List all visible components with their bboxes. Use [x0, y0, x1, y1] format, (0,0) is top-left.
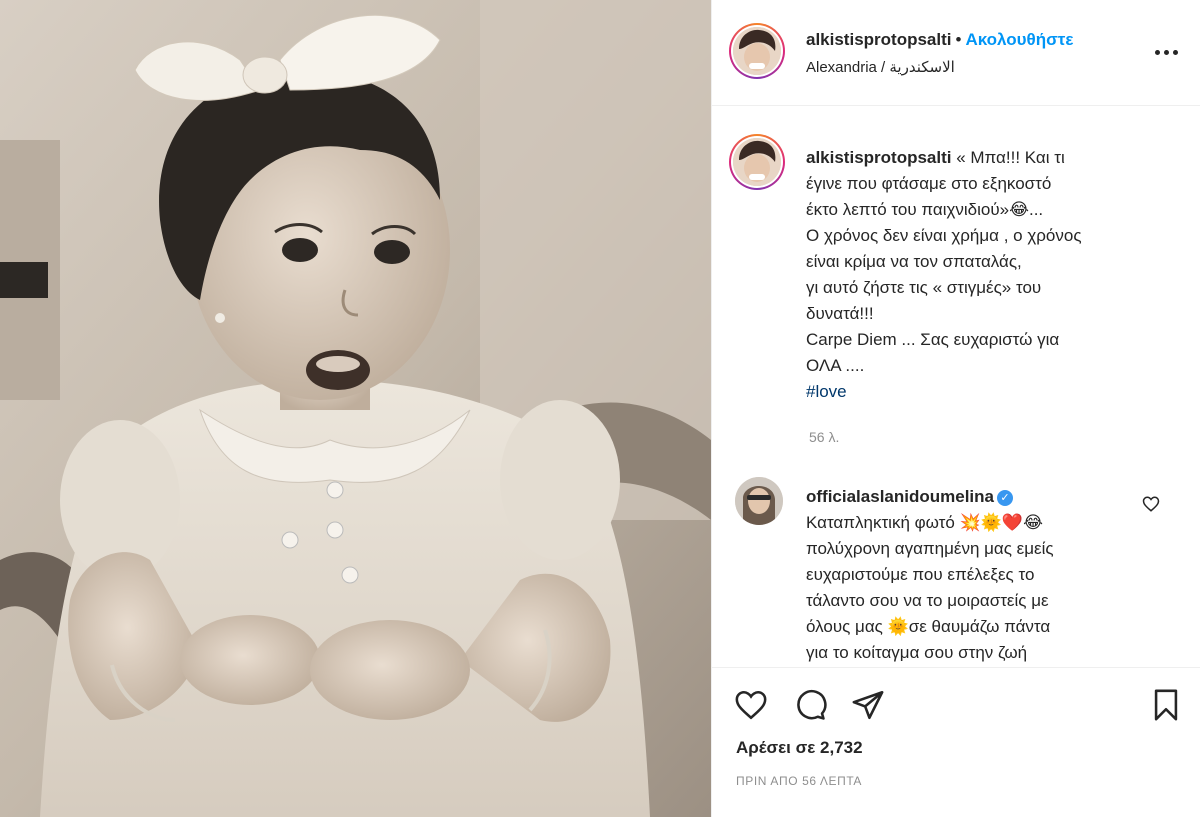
avatar-image: [733, 27, 781, 75]
comment-item: officialaslanidoumelina ✓ Καταπληκτική φω…: [806, 484, 1136, 666]
post-photo[interactable]: [0, 0, 711, 817]
caption-username[interactable]: alkistisprotopsalti: [806, 148, 951, 167]
photo-image: [0, 0, 711, 817]
commenter-username[interactable]: officialaslanidoumelina: [806, 487, 994, 506]
caption-line: ΟΛΑ ....: [806, 356, 865, 375]
caption-line: Carpe Diem ... Σας ευχαριστώ για: [806, 330, 1060, 349]
comment-line: πολύχρονη αγαπημένη μας εμείς: [806, 539, 1054, 558]
caption-avatar[interactable]: [729, 134, 785, 190]
caption-line: Ο χρόνος δεν είναι χρήμα , ο χρόνος: [806, 226, 1082, 245]
comment-icon[interactable]: [793, 688, 827, 722]
post-caption: alkistisprotopsalti « Μπα!!! Και τι έγιν…: [806, 145, 1166, 405]
location-link[interactable]: Alexandria / الاسكندرية: [806, 58, 955, 76]
post-timestamp[interactable]: ΠΡΙΝ ΑΠΟ 56 ΛΕΠΤΑ: [736, 774, 862, 788]
comments-section[interactable]: alkistisprotopsalti « Μπα!!! Και τι έγιν…: [712, 107, 1200, 667]
avatar-image: [733, 138, 781, 186]
header-user-line: alkistisprotopsalti • Ακολουθήστε: [806, 30, 1073, 50]
send-icon[interactable]: [851, 688, 885, 722]
comment-line: όλους μας 🌞σε θαυμάζω πάντα: [806, 617, 1051, 636]
author-username[interactable]: alkistisprotopsalti: [806, 30, 951, 49]
comment-line: τάλαντο σου να το μοιραστείς με: [806, 591, 1049, 610]
heart-icon[interactable]: [734, 688, 768, 722]
bookmark-icon[interactable]: [1149, 688, 1183, 722]
post-actions: Αρέσει σε 2,732 ΠΡΙΝ ΑΠΟ 56 ΛΕΠΤΑ: [712, 667, 1200, 817]
likes-count[interactable]: Αρέσει σε 2,732: [736, 738, 863, 758]
caption-line: « Μπα!!! Και τι: [956, 148, 1065, 167]
author-avatar[interactable]: [729, 23, 785, 79]
comment-like-heart-icon[interactable]: [1142, 495, 1160, 518]
post-header: alkistisprotopsalti • Ακολουθήστε Alexandr…: [712, 0, 1200, 106]
hashtag-link[interactable]: #love: [806, 379, 1166, 405]
post-side-panel: alkistisprotopsalti • Ακολουθήστε Alexandr…: [711, 0, 1200, 817]
avatar-image: [735, 477, 783, 525]
caption-line: έγινε που φτάσαμε στο εξηκοστό: [806, 174, 1052, 193]
comment-line: ευχαριστούμε που επέλεξες το: [806, 565, 1035, 584]
caption-line: είναι κρίμα να τον σπαταλάς,: [806, 252, 1022, 271]
comment-line: για το κοίταγμα σου στην ζωή: [806, 643, 1028, 662]
more-options-icon[interactable]: [1155, 42, 1179, 62]
caption-line: έκτο λεπτό του παιχνιδιού»😂...: [806, 200, 1044, 219]
caption-line: δυνατά!!!: [806, 304, 874, 323]
caption-timestamp[interactable]: 56 λ.: [809, 429, 839, 445]
comment-line: Καταπληκτική φωτό 💥🌞❤️😂: [806, 513, 1043, 532]
commenter-avatar[interactable]: [735, 477, 783, 525]
separator-dot: •: [955, 30, 962, 49]
caption-line: γι αυτό ζήστε τις « στιγμές» του: [806, 278, 1042, 297]
verified-badge-icon: ✓: [997, 489, 1013, 506]
follow-button[interactable]: Ακολουθήστε: [965, 30, 1073, 49]
